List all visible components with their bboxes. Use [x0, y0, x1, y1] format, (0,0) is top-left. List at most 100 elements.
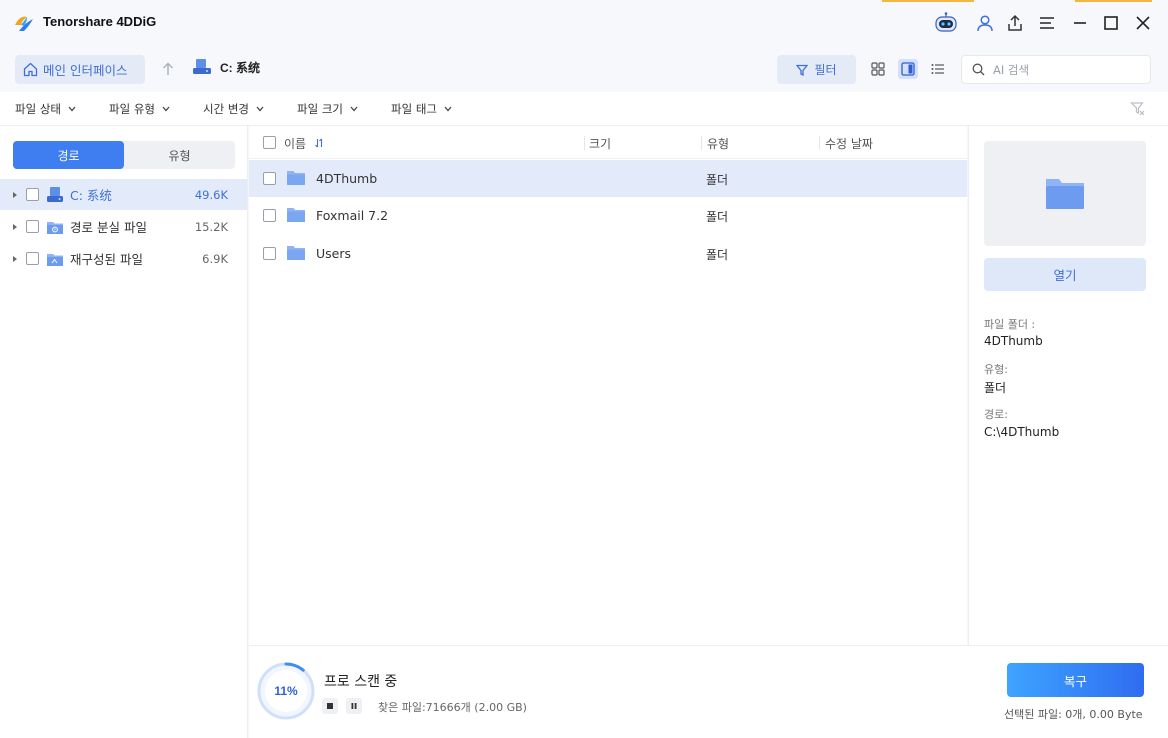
chevron-down-icon: [444, 106, 452, 112]
pause-scan-button[interactable]: [346, 698, 362, 714]
filter-file-size-label: 파일 크기: [297, 102, 343, 116]
menu-button[interactable]: [1032, 8, 1062, 38]
home-button[interactable]: 메인 인터페이스: [15, 55, 145, 84]
filter-time-label: 시간 변경: [203, 102, 249, 116]
tree-item-lost-path[interactable]: 경로 분실 파일 15.2K: [0, 211, 247, 242]
filter-button[interactable]: 필터: [777, 55, 856, 84]
tree-item-checkbox[interactable]: [26, 220, 39, 233]
maximize-icon: [1104, 16, 1118, 30]
minimize-icon: [1074, 22, 1086, 24]
search-icon: [972, 63, 985, 76]
folder-icon: [287, 171, 305, 185]
tree-item-checkbox[interactable]: [26, 188, 39, 201]
file-list: 이름 크기 유형 수정 날짜 4DThumb 폴더 Foxmail 7.2 폴더: [249, 126, 967, 645]
navigation-bar: 메인 인터페이스 C: 系统 필터: [0, 46, 1168, 92]
tree-item-drive[interactable]: C: 系统 49.6K: [0, 179, 247, 210]
column-name[interactable]: 이름: [284, 135, 306, 152]
list-view-button[interactable]: [928, 59, 948, 79]
top-accent-bar: [1075, 0, 1152, 2]
select-all-checkbox[interactable]: [263, 136, 276, 149]
split-view-icon: [901, 62, 915, 76]
caret-right-icon[interactable]: [11, 255, 19, 263]
tab-type[interactable]: 유형: [124, 141, 235, 169]
filter-file-type-label: 파일 유형: [109, 102, 155, 116]
minimize-button[interactable]: [1065, 8, 1095, 38]
robot-icon: [935, 12, 957, 32]
row-checkbox[interactable]: [263, 172, 276, 185]
column-modified[interactable]: 수정 날짜: [825, 135, 873, 152]
detail-view-button[interactable]: [898, 59, 918, 79]
grid-view-icon: [871, 62, 885, 76]
chevron-down-icon: [68, 106, 76, 112]
list-view-icon: [931, 64, 944, 74]
filter-file-status-label: 파일 상태: [15, 102, 61, 116]
column-type[interactable]: 유형: [707, 135, 729, 152]
breadcrumb-drive[interactable]: C: 系统: [192, 58, 260, 76]
row-checkbox[interactable]: [263, 247, 276, 260]
search-box[interactable]: [961, 55, 1151, 84]
path-label: 경로:: [984, 408, 1008, 421]
ai-assistant-button[interactable]: [931, 8, 961, 38]
stop-icon: [327, 703, 333, 709]
file-name: 4DThumb: [316, 171, 378, 186]
list-header: 이름 크기 유형 수정 날짜: [249, 126, 967, 159]
tree-item-rebuilt[interactable]: 재구성된 파일 6.9K: [0, 243, 247, 274]
tree-item-label: 재구성된 파일: [70, 252, 143, 267]
filter-time-dropdown[interactable]: 시간 변경: [203, 101, 264, 117]
clear-filter-icon[interactable]: [1130, 101, 1146, 117]
lost-folder-icon: [47, 221, 63, 234]
caret-right-icon[interactable]: [11, 223, 19, 231]
file-row[interactable]: 4DThumb 폴더: [249, 160, 967, 197]
pause-icon: [351, 703, 357, 709]
column-divider[interactable]: [584, 136, 585, 150]
breadcrumb-drive-label: C: 系统: [220, 60, 260, 75]
files-found-text: 찾은 파일:71666개 (2.00 GB): [378, 701, 527, 714]
filter-label: 필터: [814, 63, 837, 77]
bottom-bar: 11% 프로 스캔 중 찾은 파일:71666개 (2.00 GB) 복구 선택…: [249, 645, 1168, 738]
account-button[interactable]: [970, 8, 1000, 38]
folder-value: 4DThumb: [984, 334, 1043, 348]
folder-icon: [287, 208, 305, 222]
close-button[interactable]: [1128, 8, 1158, 38]
recover-button[interactable]: 복구: [1007, 663, 1144, 697]
filter-file-type-dropdown[interactable]: 파일 유형: [109, 101, 170, 117]
file-type: 폴더: [706, 248, 729, 262]
upload-icon: [1008, 14, 1022, 31]
chevron-down-icon: [256, 106, 264, 112]
file-row[interactable]: Foxmail 7.2 폴더: [249, 197, 967, 234]
row-checkbox[interactable]: [263, 209, 276, 222]
column-divider[interactable]: [819, 136, 820, 150]
folder-icon: [287, 246, 305, 260]
chevron-down-icon: [350, 106, 358, 112]
open-button[interactable]: 열기: [984, 258, 1146, 291]
file-name: Foxmail 7.2: [316, 208, 389, 223]
tree-item-checkbox[interactable]: [26, 252, 39, 265]
filter-bar: 파일 상태 파일 유형 시간 변경 파일 크기 파일 태그: [0, 92, 1168, 126]
tree-item-count: 49.6K: [194, 187, 228, 202]
maximize-button[interactable]: [1096, 8, 1126, 38]
chevron-down-icon: [162, 106, 170, 112]
scan-status-title: 프로 스캔 중: [324, 674, 398, 690]
file-name: Users: [316, 246, 352, 261]
up-directory-button[interactable]: [158, 59, 178, 79]
grid-view-button[interactable]: [868, 59, 888, 79]
filter-file-size-dropdown[interactable]: 파일 크기: [297, 101, 358, 117]
share-button[interactable]: [1000, 8, 1030, 38]
user-icon: [977, 15, 993, 32]
path-value: C:\4DThumb: [984, 425, 1060, 439]
search-input[interactable]: [993, 62, 1143, 77]
tree-item-count: 6.9K: [202, 251, 228, 266]
caret-right-icon[interactable]: [11, 191, 19, 199]
column-size[interactable]: 크기: [589, 135, 611, 152]
column-divider[interactable]: [701, 136, 702, 150]
type-value: 폴더: [984, 381, 1007, 395]
filter-file-tag-dropdown[interactable]: 파일 태그: [391, 101, 452, 117]
tab-path[interactable]: 경로: [13, 141, 124, 169]
file-row[interactable]: Users 폴더: [249, 235, 967, 272]
funnel-icon: [796, 64, 809, 76]
folder-label: 파일 폴더 :: [984, 318, 1036, 331]
filter-file-status-dropdown[interactable]: 파일 상태: [15, 101, 76, 117]
view-mode-switch: 경로 유형: [13, 141, 235, 169]
stop-scan-button[interactable]: [322, 698, 338, 714]
sort-icon[interactable]: [315, 138, 324, 148]
